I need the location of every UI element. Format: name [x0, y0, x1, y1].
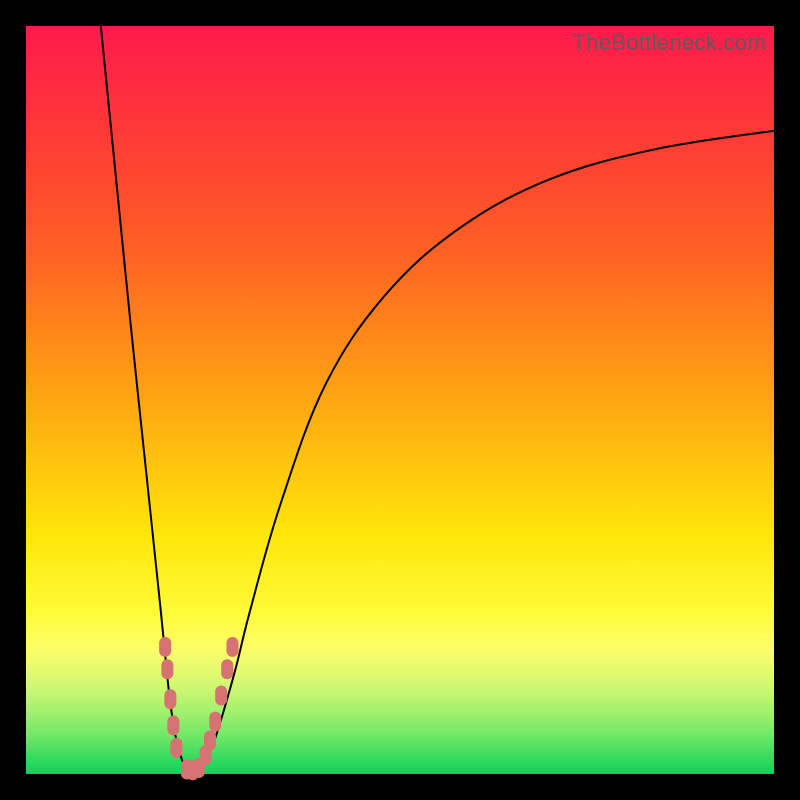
- curve-marker: [170, 738, 182, 758]
- curve-marker: [159, 637, 171, 657]
- curve-left-branch: [101, 26, 187, 770]
- curve-marker: [215, 685, 227, 705]
- curve-marker: [209, 712, 221, 732]
- curve-marker: [226, 637, 238, 657]
- curve-marker: [167, 715, 179, 735]
- curve-marker: [221, 659, 233, 679]
- curve-marker: [164, 689, 176, 709]
- curve-markers: [159, 637, 238, 780]
- plot-area: TheBottleneck.com: [26, 26, 774, 774]
- curve-marker: [161, 659, 173, 679]
- bottleneck-curve-svg: [26, 26, 774, 774]
- curve-right-branch: [198, 131, 774, 771]
- chart-frame: TheBottleneck.com: [0, 0, 800, 800]
- curve-marker: [204, 730, 216, 750]
